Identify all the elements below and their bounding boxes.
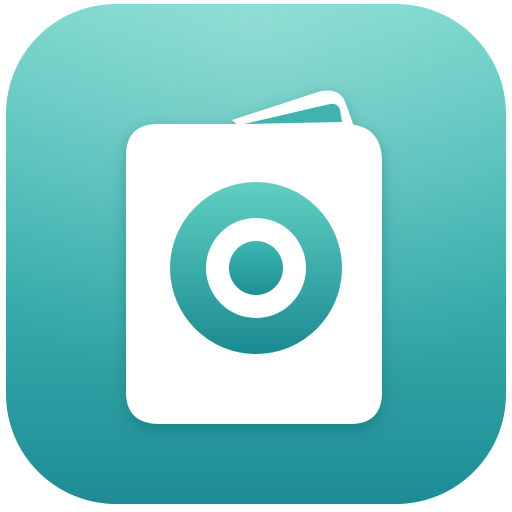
app-icon[interactable] — [0, 0, 512, 512]
app-icon-canvas — [0, 0, 512, 512]
lens-center — [229, 241, 283, 295]
